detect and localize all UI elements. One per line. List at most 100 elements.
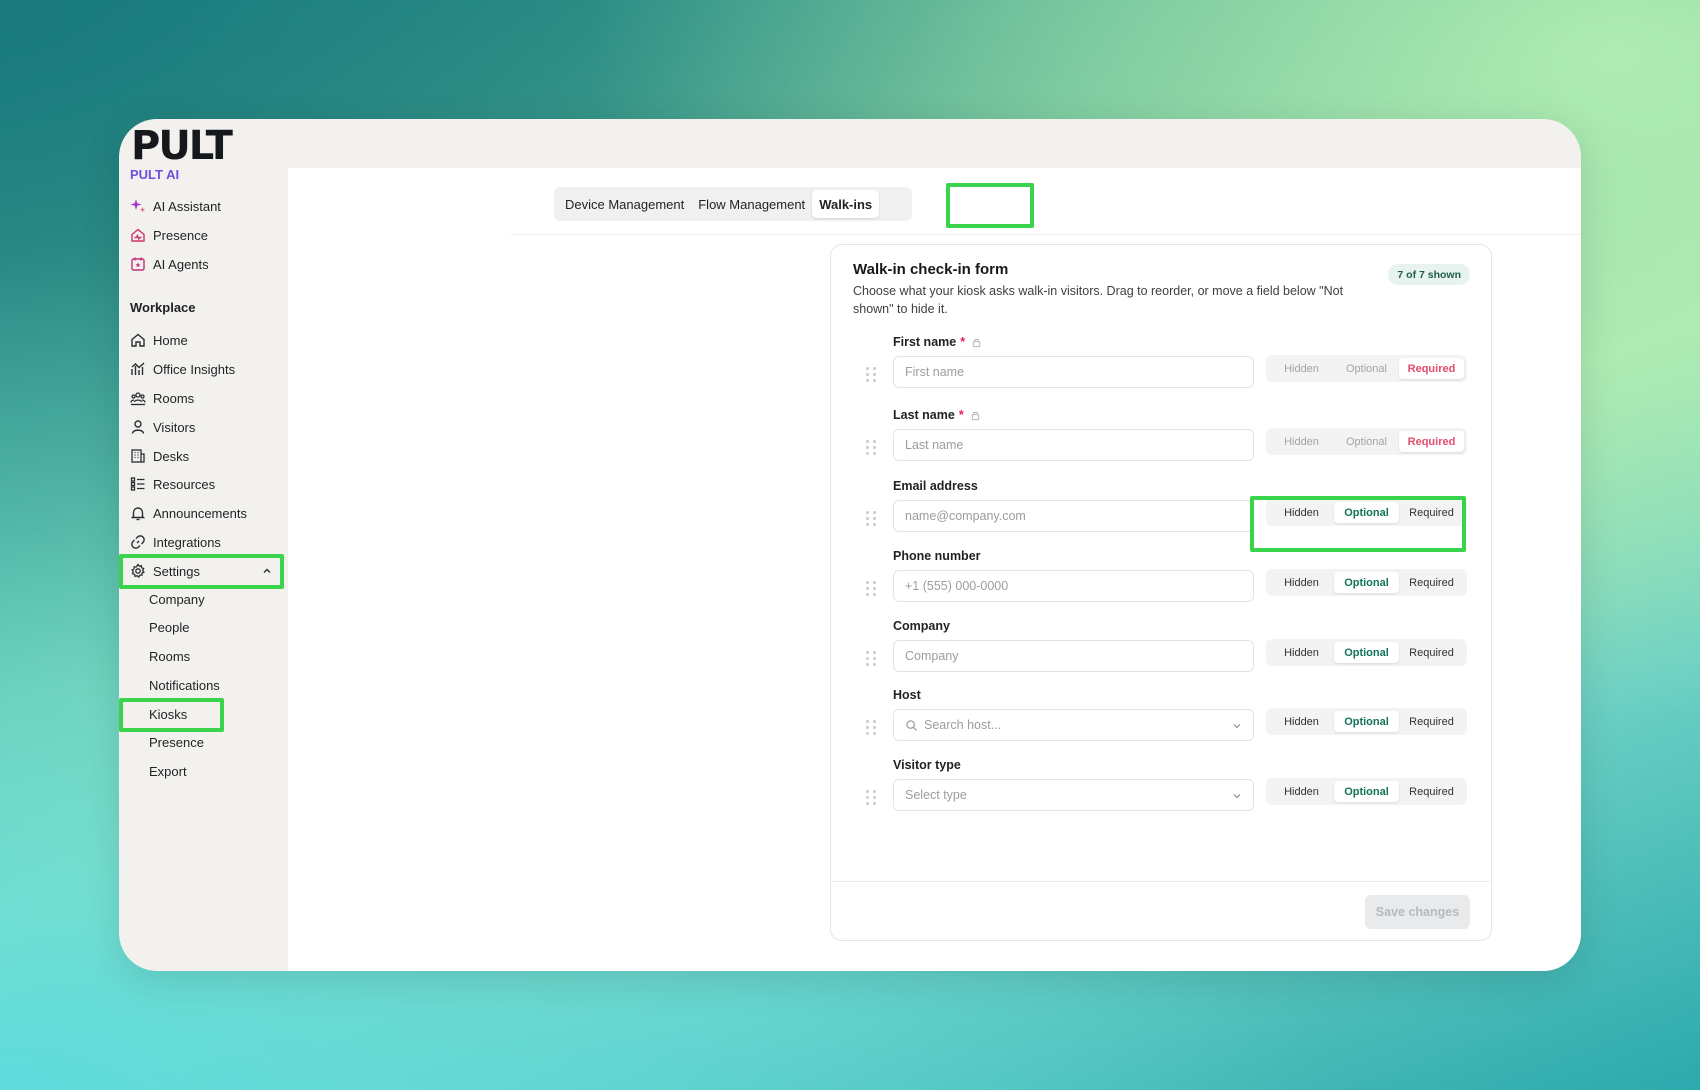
app-window: PULT PULT AI AI Assistant Presence AI Ag… xyxy=(119,119,1581,971)
sparkle-icon xyxy=(129,197,147,215)
sidebar-item-resources[interactable]: Resources xyxy=(129,472,279,496)
sidebar-item-rooms[interactable]: Rooms xyxy=(129,386,279,410)
highlight-walk-ins-tab xyxy=(946,183,1034,228)
visibility-option-required[interactable]: Required xyxy=(1399,642,1464,663)
sidebar-item-label: Resources xyxy=(153,476,216,492)
visibility-option-optional[interactable]: Optional xyxy=(1334,711,1399,732)
field-input[interactable]: Last name xyxy=(893,429,1254,461)
sidebar-item-ai-agents[interactable]: AI Agents xyxy=(129,252,279,276)
visibility-option-hidden[interactable]: Hidden xyxy=(1269,431,1334,452)
visibility-segmented-control: Hidden Optional Required xyxy=(1266,355,1467,382)
brand-sub-label: PULT AI xyxy=(130,167,180,182)
sidebar-item-label: Office Insights xyxy=(153,361,236,377)
field-label: Email address xyxy=(893,479,978,493)
sidebar: PULT PULT AI AI Assistant Presence AI Ag… xyxy=(119,119,287,971)
sidebar-item-label: Desks xyxy=(153,448,190,464)
visibility-option-optional[interactable]: Optional xyxy=(1334,781,1399,802)
drag-handle-icon[interactable] xyxy=(866,511,876,526)
tab-walk-ins[interactable]: Walk-ins xyxy=(812,190,880,218)
field-label: Host xyxy=(893,688,921,702)
drag-handle-icon[interactable] xyxy=(866,440,876,455)
field-row: Last name * Last name Hidden Optional Require… xyxy=(831,408,1491,478)
fields-count-badge: 7 of 7 shown xyxy=(1388,264,1470,285)
settings-sub-people[interactable]: People xyxy=(149,616,189,638)
sidebar-item-announcements[interactable]: Announcements xyxy=(129,501,279,525)
settings-sub-presence[interactable]: Presence xyxy=(149,731,204,753)
sidebar-item-label: AI Agents xyxy=(153,256,209,272)
sidebar-item-label: Rooms xyxy=(153,390,195,406)
field-placeholder: Last name xyxy=(905,438,964,452)
visibility-option-optional[interactable]: Optional xyxy=(1334,358,1399,379)
visibility-option-hidden[interactable]: Hidden xyxy=(1269,711,1334,732)
field-row: Phone number +1 (555) 000-0000 Hidden Optio… xyxy=(831,549,1491,619)
tab-device-management[interactable]: Device Management xyxy=(558,190,691,218)
visibility-option-optional[interactable]: Optional xyxy=(1334,572,1399,593)
visibility-option-hidden[interactable]: Hidden xyxy=(1269,642,1334,663)
visibility-option-required[interactable]: Required xyxy=(1399,781,1464,802)
lock-icon xyxy=(970,410,981,421)
card-description: Choose what your kiosk asks walk-in visi… xyxy=(853,284,1344,316)
field-label-text: First name xyxy=(893,335,957,349)
tab-flow-management[interactable]: Flow Management xyxy=(691,190,812,218)
footer-divider xyxy=(831,881,1491,882)
required-asterisk: * xyxy=(960,335,966,349)
highlight-settings xyxy=(119,554,284,589)
field-input[interactable]: name@company.com xyxy=(893,500,1254,532)
visibility-segmented-control: Hidden Optional Required xyxy=(1266,778,1467,805)
visibility-option-optional[interactable]: Optional xyxy=(1334,431,1399,452)
field-label-text: Company xyxy=(893,619,950,633)
visibility-option-optional[interactable]: Optional xyxy=(1334,642,1399,663)
sidebar-item-label: Home xyxy=(153,332,188,348)
card-title: Walk-in check-in form xyxy=(853,261,1009,278)
drag-handle-icon[interactable] xyxy=(866,720,876,735)
field-row: Company Company Hidden Optional Required xyxy=(831,619,1491,689)
visibility-option-hidden[interactable]: Hidden xyxy=(1269,781,1334,802)
field-placeholder: name@company.com xyxy=(905,509,1026,523)
visibility-option-required[interactable]: Required xyxy=(1399,711,1464,732)
sidebar-item-home[interactable]: Home xyxy=(129,328,279,352)
sidebar-item-desks[interactable]: Desks xyxy=(129,444,279,468)
settings-sub-company[interactable]: Company xyxy=(149,588,205,610)
required-asterisk: * xyxy=(958,408,964,422)
visibility-segmented-control: Hidden Optional Required xyxy=(1266,428,1467,455)
drag-handle-icon[interactable] xyxy=(866,581,876,596)
field-label-text: Visitor type xyxy=(893,758,961,772)
field-row: Visitor type Select type Hidden Optional Req… xyxy=(831,758,1491,828)
visibility-segmented-control: Hidden Optional Required xyxy=(1266,639,1467,666)
sidebar-item-visitors[interactable]: Visitors xyxy=(129,415,279,439)
field-input[interactable]: +1 (555) 000-0000 xyxy=(893,570,1254,602)
visibility-option-hidden[interactable]: Hidden xyxy=(1269,358,1334,379)
visibility-option-required[interactable]: Required xyxy=(1399,431,1464,452)
field-label-text: Host xyxy=(893,688,921,702)
field-placeholder: Select type xyxy=(905,788,967,802)
visibility-option-required[interactable]: Required xyxy=(1399,358,1464,379)
sidebar-item-label: Visitors xyxy=(153,419,196,435)
visibility-segmented-control: Hidden Optional Required xyxy=(1266,708,1467,735)
settings-sub-notifications[interactable]: Notifications xyxy=(149,674,220,696)
sidebar-item-integrations[interactable]: Integrations xyxy=(129,530,279,554)
save-changes-button[interactable]: Save changes xyxy=(1365,895,1470,929)
drag-handle-icon[interactable] xyxy=(866,367,876,382)
sidebar-item-office-insights[interactable]: Office Insights xyxy=(129,357,279,381)
field-input[interactable]: Company xyxy=(893,640,1254,672)
field-row: Host Search host... Hidden Optional Required xyxy=(831,688,1491,758)
people-group-icon xyxy=(129,389,147,407)
bell-icon xyxy=(129,504,147,522)
field-input[interactable]: Select type xyxy=(893,779,1254,811)
sidebar-item-presence[interactable]: Presence xyxy=(129,223,279,247)
settings-sub-rooms[interactable]: Rooms xyxy=(149,645,190,667)
drag-handle-icon[interactable] xyxy=(866,651,876,666)
field-input[interactable]: First name xyxy=(893,356,1254,388)
building-icon xyxy=(129,447,147,465)
visibility-option-required[interactable]: Required xyxy=(1399,572,1464,593)
lock-icon xyxy=(971,337,982,348)
drag-handle-icon[interactable] xyxy=(866,790,876,805)
sidebar-item-ai-assistant[interactable]: AI Assistant xyxy=(129,194,279,218)
home-pulse-icon xyxy=(129,226,147,244)
calendar-star-icon xyxy=(129,255,147,273)
visibility-option-hidden[interactable]: Hidden xyxy=(1269,572,1334,593)
field-placeholder: Company xyxy=(905,649,959,663)
settings-sub-export[interactable]: Export xyxy=(149,760,187,782)
user-icon xyxy=(129,418,147,436)
field-input[interactable]: Search host... xyxy=(893,709,1254,741)
